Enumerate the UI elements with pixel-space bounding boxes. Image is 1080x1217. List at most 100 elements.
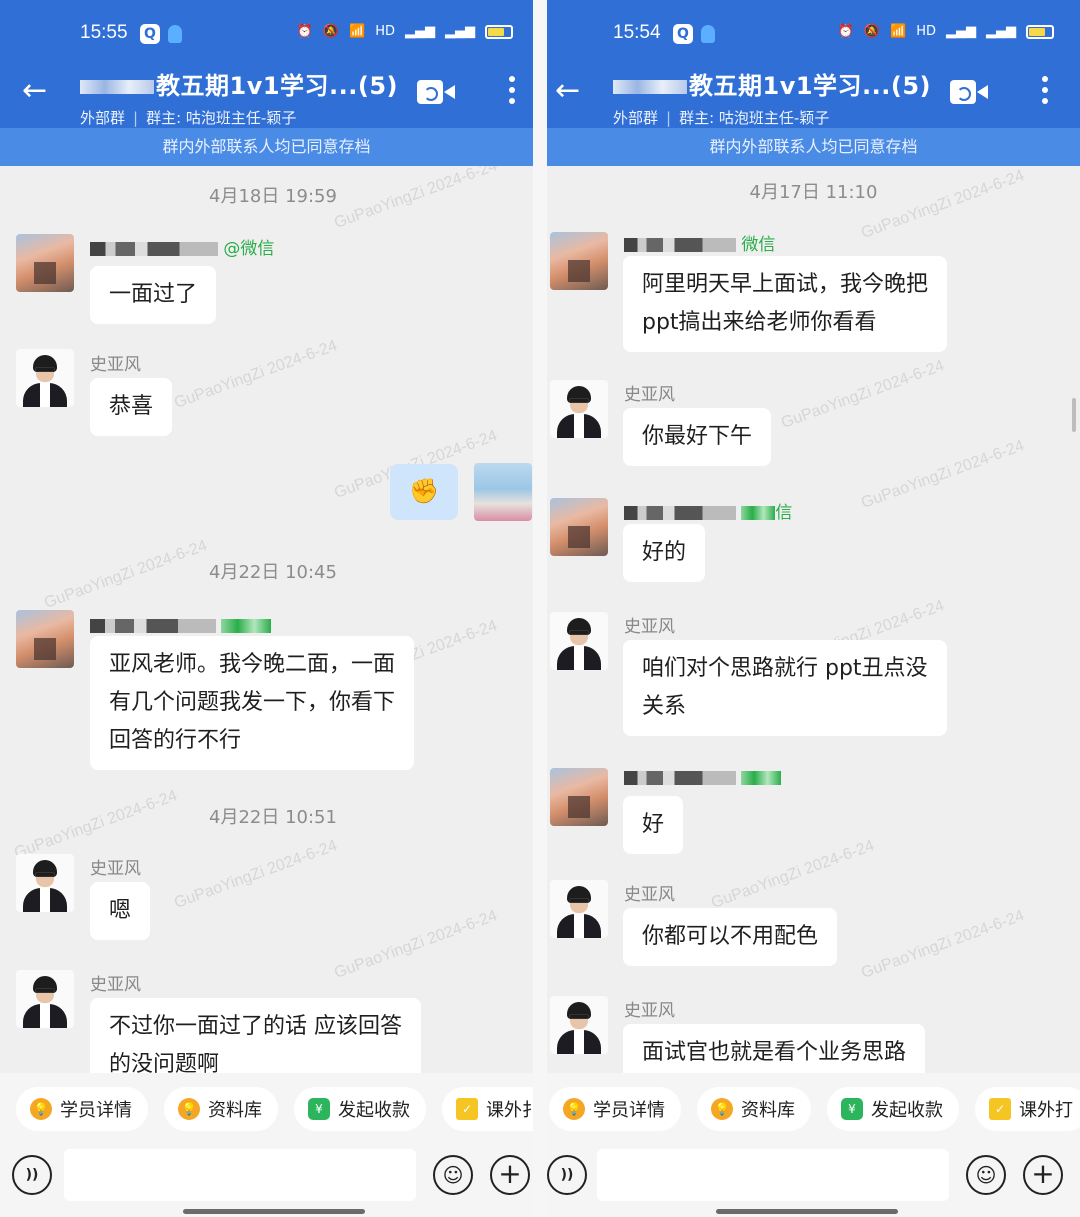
- input-bar: )) ☺ +: [547, 1149, 1080, 1217]
- back-arrow-icon[interactable]: ←: [555, 76, 580, 106]
- sender-name: 史亚风: [624, 385, 675, 405]
- group-title: 教五期1v1学习...(5): [613, 66, 931, 101]
- chip-label: 学员详情: [60, 1100, 132, 1121]
- voice-icon[interactable]: )): [547, 1155, 587, 1195]
- avatar[interactable]: [16, 234, 74, 292]
- group-type: 外部群: [80, 109, 126, 127]
- alarm-icon: ⏰: [296, 24, 313, 39]
- message-input[interactable]: [597, 1149, 949, 1201]
- yen-icon: ¥: [308, 1098, 330, 1120]
- signal-icon-2: ▂▄▆: [445, 24, 475, 39]
- more-vertical-icon[interactable]: [507, 76, 517, 108]
- notification-icon: [168, 25, 182, 43]
- sender-name: 史亚风: [90, 355, 141, 375]
- extracurricular-chip[interactable]: ✓ 课外打: [975, 1087, 1080, 1131]
- message-bubble[interactable]: 恭喜: [90, 378, 173, 436]
- group-owner: 群主: 咕泡班主任-颖子: [679, 109, 830, 127]
- chip-label: 发起收款: [338, 1100, 410, 1121]
- archive-notice: 群内外部联系人均已同意存档: [547, 128, 1080, 166]
- date-divider: 4月22日 10:51: [209, 807, 337, 828]
- message-bubble[interactable]: 面试官也就是看个业务思路: [623, 1024, 926, 1073]
- message-bubble[interactable]: 嗯: [90, 882, 151, 940]
- avatar[interactable]: [550, 768, 608, 826]
- date-divider: 4月22日 10:45: [209, 562, 337, 583]
- initiate-payment-chip[interactable]: ¥ 发起收款: [827, 1087, 959, 1131]
- alarm-icon: ⏰: [837, 24, 854, 39]
- self-avatar[interactable]: [474, 463, 532, 521]
- lightbulb-icon: 💡: [563, 1098, 585, 1120]
- watermark: GuPaoYingZi 2024-6-24: [859, 437, 1027, 512]
- battery-icon: [1026, 24, 1054, 39]
- quick-action-bar[interactable]: 💡 学员详情 💡 资料库 ¥ 发起收款 ✓ 课外扌: [0, 1073, 533, 1149]
- wechat-source-label: 信: [775, 503, 793, 523]
- message-bubble[interactable]: 咱们对个思路就行 ppt丑点没 关系: [623, 640, 947, 736]
- resource-library-chip[interactable]: 💡 资料库: [164, 1087, 278, 1131]
- voice-icon[interactable]: )): [12, 1155, 52, 1195]
- home-indicator[interactable]: [183, 1209, 365, 1214]
- avatar[interactable]: [550, 232, 608, 290]
- chip-label: 资料库: [208, 1100, 262, 1121]
- message-bubble[interactable]: 你最好下午: [623, 408, 772, 466]
- video-call-icon[interactable]: [417, 80, 455, 104]
- message-list[interactable]: GuPaoYingZi 2024-6-24 GuPaoYingZi 2024-6…: [547, 166, 1080, 1073]
- plus-icon[interactable]: +: [490, 1155, 530, 1195]
- message-input[interactable]: [64, 1149, 416, 1201]
- group-type: 外部群: [613, 109, 659, 127]
- lightbulb-icon: 💡: [30, 1098, 52, 1120]
- chip-label: 发起收款: [871, 1100, 943, 1121]
- avatar[interactable]: [16, 970, 74, 1028]
- more-vertical-icon[interactable]: [1040, 76, 1050, 108]
- quick-action-bar[interactable]: 💡 学员详情 💡 资料库 ¥ 发起收款 ✓ 课外打: [547, 1073, 1080, 1149]
- sent-emoji-message[interactable]: ✊: [390, 464, 458, 520]
- sender-name: 史亚风: [624, 885, 675, 905]
- message-bubble[interactable]: 好: [623, 796, 684, 854]
- avatar[interactable]: [550, 498, 608, 556]
- scrollbar[interactable]: [1072, 398, 1076, 432]
- qq-notification-icon: Q: [140, 24, 160, 44]
- checkbox-icon: ✓: [456, 1098, 478, 1120]
- message-bubble[interactable]: 阿里明天早上面试，我今晚把 ppt搞出来给老师你看看: [623, 256, 948, 352]
- system-icons: ⏰ 🔕 📶 HD ▂▄▆ ▂▄▆: [838, 24, 1054, 39]
- video-call-icon[interactable]: [950, 80, 988, 104]
- wechat-source-label: 微信: [741, 235, 776, 255]
- avatar[interactable]: [16, 610, 74, 668]
- status-time: 15:54: [613, 22, 661, 43]
- student-detail-chip[interactable]: 💡 学员详情: [549, 1087, 681, 1131]
- sender-name: 史亚风: [624, 617, 675, 637]
- redacted-mask: [613, 80, 687, 94]
- avatar[interactable]: [550, 612, 608, 670]
- chip-label: 课外扌: [486, 1100, 533, 1121]
- home-indicator[interactable]: [716, 1209, 898, 1214]
- back-arrow-icon[interactable]: ←: [22, 76, 47, 106]
- title-block[interactable]: 教五期1v1学习...(5) 外部群 | 群主: 咕泡班主任-颖子: [80, 66, 398, 128]
- emoji-icon[interactable]: ☺: [966, 1155, 1006, 1195]
- status-time: 15:55: [80, 22, 128, 43]
- initiate-payment-chip[interactable]: ¥ 发起收款: [294, 1087, 426, 1131]
- archive-notice: 群内外部联系人均已同意存档: [0, 128, 533, 166]
- message-bubble[interactable]: 好的: [623, 524, 706, 582]
- watermark: GuPaoYingZi 2024-6-24: [779, 357, 947, 432]
- extracurricular-chip[interactable]: ✓ 课外扌: [442, 1087, 533, 1131]
- date-divider: 4月18日 19:59: [209, 186, 337, 207]
- avatar[interactable]: [550, 880, 608, 938]
- avatar[interactable]: [16, 349, 74, 407]
- message-bubble[interactable]: 你都可以不用配色: [623, 908, 838, 966]
- title-block[interactable]: 教五期1v1学习...(5) 外部群 | 群主: 咕泡班主任-颖子: [613, 66, 931, 128]
- redacted-mask: [80, 80, 154, 94]
- resource-library-chip[interactable]: 💡 资料库: [697, 1087, 811, 1131]
- system-icons: ⏰ 🔕 📶 HD ▂▄▆ ▂▄▆: [297, 24, 513, 39]
- message-bubble[interactable]: 不过你一面过了的话 应该回答 的没问题啊: [90, 998, 421, 1073]
- plus-icon[interactable]: +: [1023, 1155, 1063, 1195]
- student-detail-chip[interactable]: 💡 学员详情: [16, 1087, 148, 1131]
- message-bubble[interactable]: 亚风老师。我今晚二面，一面 有几个问题我发一下，你看下 回答的行不行: [90, 636, 415, 770]
- avatar[interactable]: [550, 380, 608, 438]
- avatar[interactable]: [16, 854, 74, 912]
- group-subtitle: 外部群 | 群主: 咕泡班主任-颖子: [613, 107, 931, 128]
- watermark: GuPaoYingZi 2024-6-24: [172, 337, 340, 412]
- message-list[interactable]: GuPaoYingZi 2024-6-24 GuPaoYingZi 2024-6…: [0, 166, 533, 1073]
- message-bubble[interactable]: 一面过了: [90, 266, 217, 324]
- emoji-icon[interactable]: ☺: [433, 1155, 473, 1195]
- watermark: GuPaoYingZi 2024-6-24: [709, 837, 877, 912]
- avatar[interactable]: [550, 996, 608, 1054]
- sender-name: 信: [624, 498, 792, 523]
